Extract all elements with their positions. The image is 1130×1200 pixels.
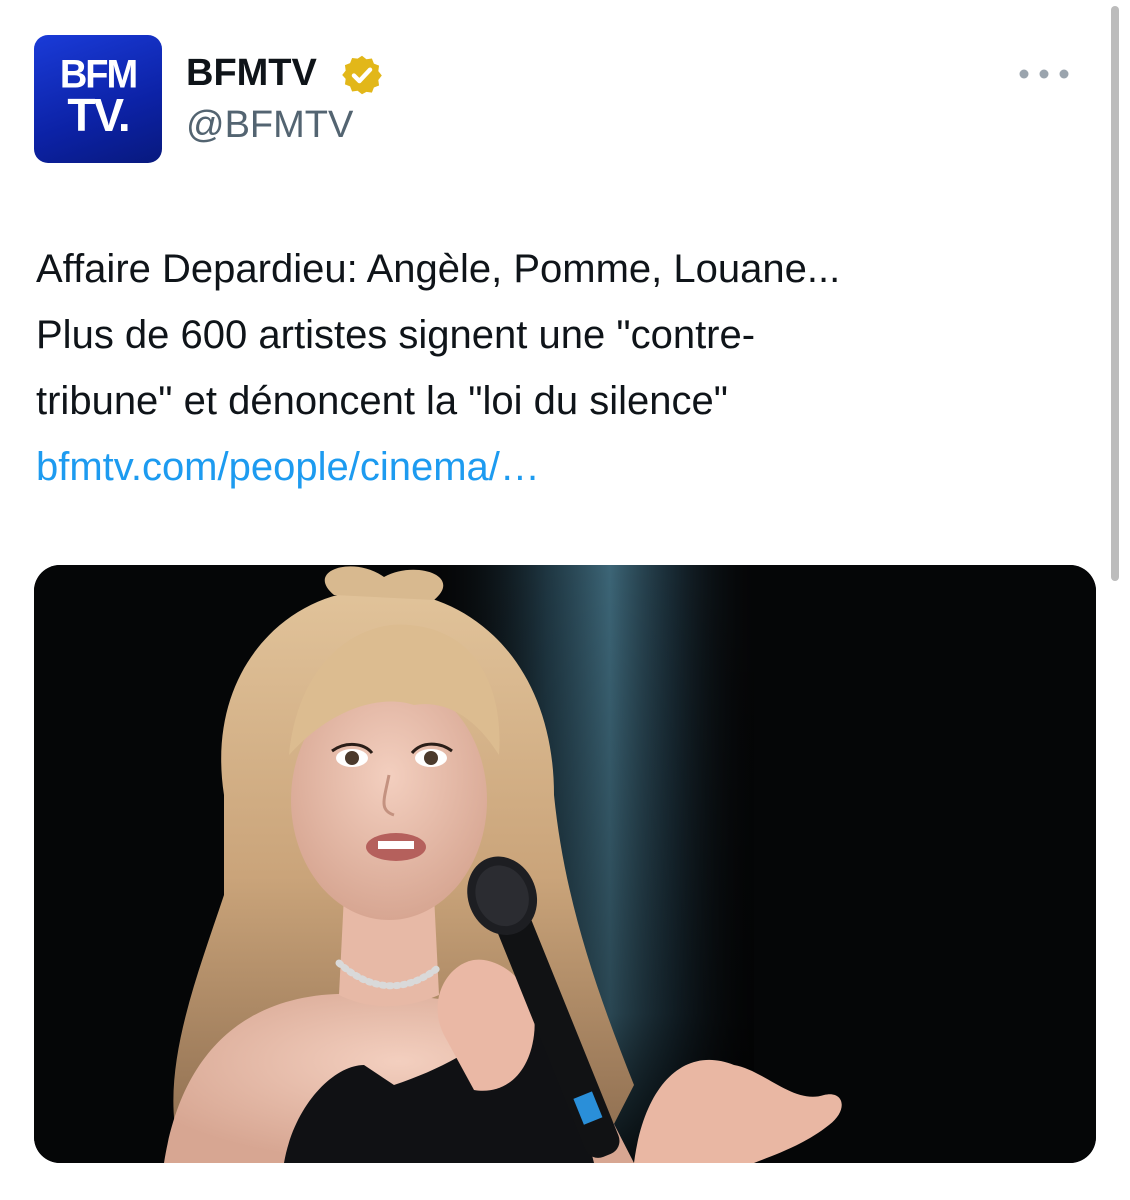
avatar[interactable]: BFM TV.: [34, 35, 162, 163]
author-display-name[interactable]: BFMTV: [186, 50, 317, 96]
tweet-text-line: tribune" et dénoncent la "loi du silence…: [36, 379, 728, 423]
tweet-text-line: Plus de 600 artistes signent une "contre…: [36, 313, 756, 357]
article-link[interactable]: bfmtv.com/people/cinema/…: [36, 445, 540, 489]
bfmtv-logo: BFM TV.: [34, 52, 162, 141]
tweet-text-line: Affaire Depardieu: Angèle, Pomme, Louane…: [36, 247, 841, 291]
tweet-text: Affaire Depardieu: Angèle, Pomme, Louane…: [36, 236, 1036, 500]
tweet-photo[interactable]: [34, 565, 1096, 1163]
scrollbar[interactable]: [1111, 6, 1119, 581]
more-horizontal-icon: [1019, 69, 1069, 79]
more-options-button[interactable]: [1014, 60, 1074, 88]
avatar-logo-line2: TV.: [67, 89, 130, 141]
avatar-logo-line1: BFM: [59, 52, 138, 98]
verified-badge-icon: [342, 55, 382, 95]
singer-photo-image: [34, 565, 1096, 1163]
author-handle[interactable]: @BFMTV: [186, 102, 353, 148]
